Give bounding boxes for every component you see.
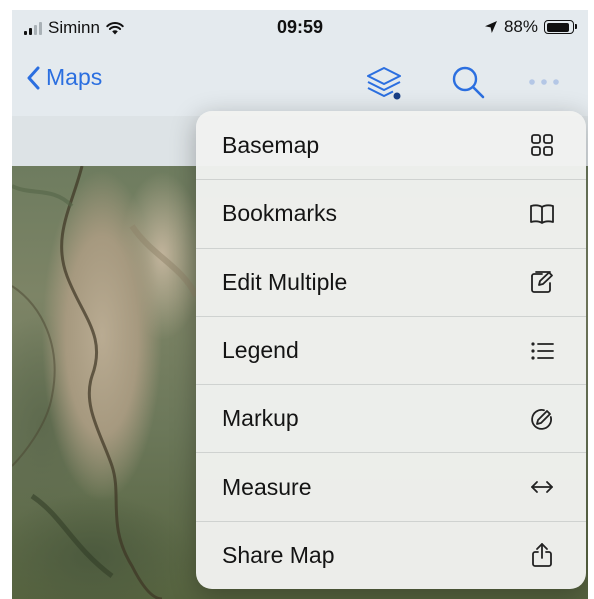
edit-multiple-icon (528, 268, 556, 296)
back-button-label: Maps (46, 64, 103, 90)
app-screen: Siminn 09:59 88% Maps Basemap Bookmarks … (12, 10, 588, 599)
share-icon (528, 541, 556, 569)
search-icon[interactable] (450, 64, 486, 100)
measure-arrows-icon (528, 473, 556, 501)
menu-item-label: Legend (222, 337, 299, 364)
menu-item-label: Share Map (222, 541, 335, 568)
navigation-bar: Maps (12, 44, 588, 116)
more-icon[interactable] (528, 78, 560, 86)
menu-item-edit-multiple[interactable]: Edit Multiple (196, 247, 586, 316)
chevron-left-icon (27, 66, 40, 89)
legend-list-icon (528, 337, 556, 365)
map-options-menu: Basemap Bookmarks Edit Multiple Legend M… (196, 111, 586, 589)
menu-item-label: Edit Multiple (222, 268, 348, 295)
markup-pen-icon (528, 405, 556, 433)
menu-item-bookmarks[interactable]: Bookmarks (196, 179, 586, 247)
bookmarks-book-icon (528, 200, 556, 228)
menu-item-label: Markup (222, 405, 299, 432)
status-right: 88% (484, 17, 577, 37)
battery-percent: 88% (503, 17, 538, 36)
menu-item-label: Basemap (222, 131, 320, 158)
back-button[interactable]: Maps (26, 64, 102, 91)
menu-item-basemap[interactable]: Basemap (196, 111, 586, 179)
menu-item-label: Measure (222, 473, 312, 500)
menu-item-label: Bookmarks (222, 200, 338, 227)
menu-item-markup[interactable]: Markup (196, 384, 586, 452)
menu-item-measure[interactable]: Measure (196, 452, 586, 520)
layers-icon[interactable] (364, 64, 404, 104)
battery-icon (544, 20, 577, 34)
menu-item-share-map[interactable]: Share Map (196, 520, 586, 589)
basemap-grid-icon (528, 131, 556, 159)
location-arrow-icon (484, 21, 497, 33)
status-bar: Siminn 09:59 88% (12, 10, 588, 44)
menu-item-legend[interactable]: Legend (196, 315, 586, 384)
